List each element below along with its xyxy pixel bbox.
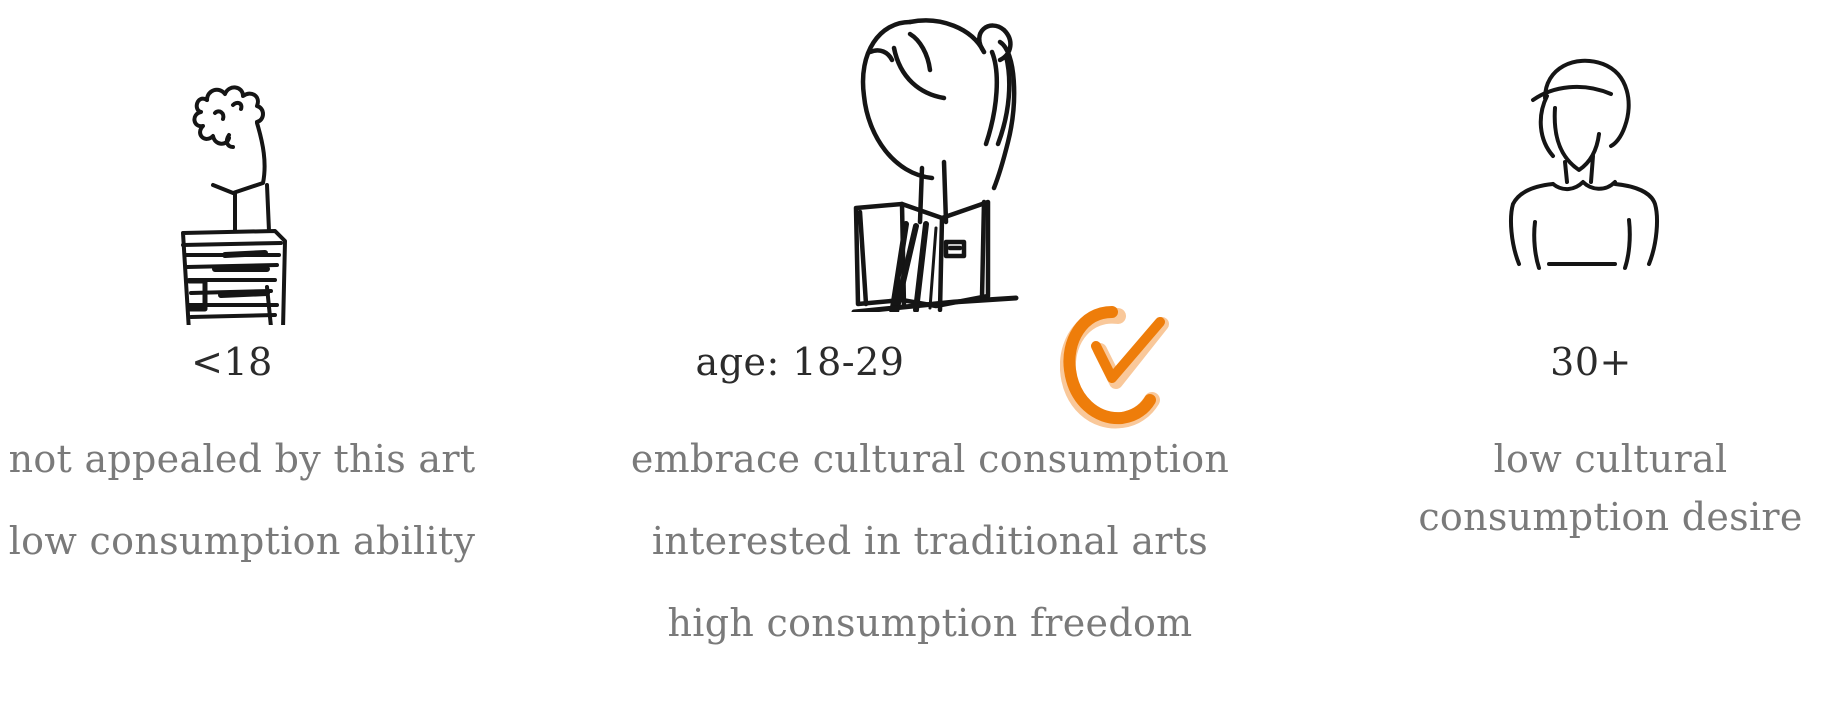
age-label-30-plus: 30+ bbox=[1550, 340, 1632, 384]
trait-low-cultural: low cultural bbox=[1493, 437, 1728, 481]
woman-with-collar-icon bbox=[1503, 52, 1663, 272]
orange-check-icon bbox=[1059, 300, 1180, 430]
trait-low-ability: low consumption ability bbox=[8, 519, 476, 563]
ponytail-woman-reading-icon bbox=[850, 12, 1050, 312]
trait-consumption-desire: consumption desire bbox=[1418, 495, 1803, 539]
curly-haired-child-icon bbox=[155, 55, 305, 325]
traits-under-18: not appealed by this art low consumption… bbox=[0, 418, 484, 582]
traits-30-plus: low cultural consumption desire bbox=[1395, 430, 1826, 546]
segment-30-plus: 30+ low cultural consumption desire bbox=[1395, 0, 1826, 724]
trait-traditional-arts: interested in traditional arts bbox=[651, 519, 1209, 563]
trait-not-appealed: not appealed by this art bbox=[8, 437, 476, 481]
segment-under-18: <18 not appealed by this art low consump… bbox=[0, 0, 480, 724]
trait-embrace-culture: embrace cultural consumption bbox=[630, 437, 1230, 481]
age-label-18-29: age: 18-29 bbox=[695, 340, 905, 384]
trait-high-freedom: high consumption freedom bbox=[667, 601, 1193, 645]
age-label-under-18: <18 bbox=[191, 340, 273, 384]
traits-18-29: embrace cultural consumption interested … bbox=[620, 418, 1240, 664]
